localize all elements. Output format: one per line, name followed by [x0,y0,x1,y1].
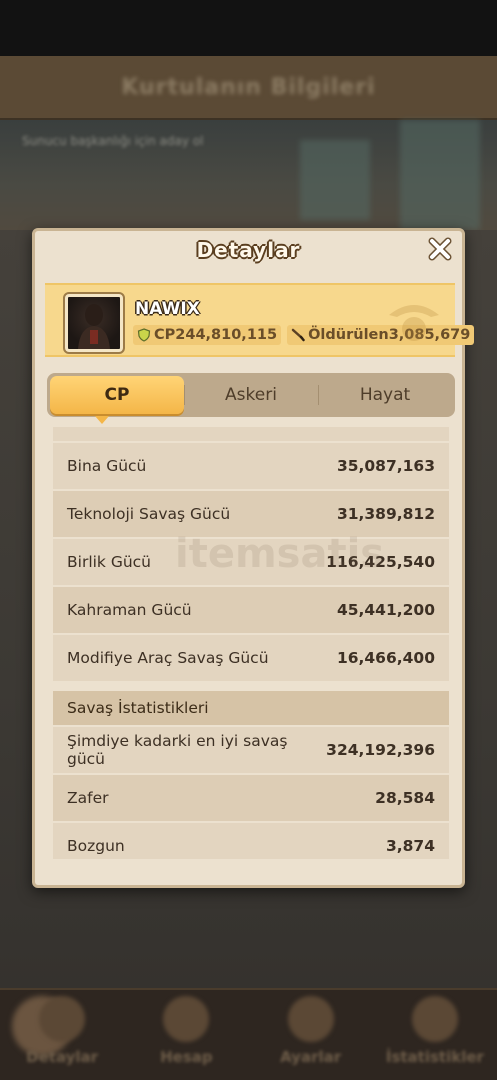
tab-hayat[interactable]: Hayat [318,376,452,414]
cowboy-emblem-icon [389,305,439,341]
modal-titlebar: Detaylar [35,231,462,269]
close-button[interactable] [426,235,454,263]
bg-nav-label: İstatistikler [385,1048,484,1066]
list-item: Bozgun 3,874 [53,823,449,859]
avatar[interactable] [63,292,125,354]
details-icon [39,996,86,1042]
account-icon [163,996,210,1042]
row-value: 35,087,163 [336,457,435,475]
cp-value: CP244,810,115 [154,327,278,343]
list-item: Teknoloji Savaş Gücü 31,389,812 [53,491,449,537]
section-header: Savaş İstatistikleri [53,691,449,725]
settings-icon [287,996,334,1042]
stats-list[interactable]: Bina Gücü 35,087,163 Teknoloji Savaş Güc… [53,427,449,859]
cp-stat: CP244,810,115 [133,325,282,345]
row-label: Bozgun [67,837,125,855]
list-item: Şimdiye kadarki en iyi savaş gücü 324,19… [53,727,449,773]
bg-nav-item-account: Hesap [141,996,231,1066]
row-label: Teknoloji Savaş Gücü [67,505,231,523]
row-value: 3,874 [385,837,435,855]
details-modal: Detaylar NAWIX CP244,810,115 Öldürülen3,… [32,228,475,888]
background-scene-shape [400,120,480,230]
background-scene: Sunucu başkanlığı için aday ol [0,120,497,230]
background-header-title: Kurtulanın Bilgileri [121,74,376,100]
row-value: 16,466,400 [336,649,435,667]
bg-nav-label: Detaylar [26,1048,99,1066]
tab-askeri[interactable]: Askeri [184,376,318,414]
bg-nav-label: Ayarlar [280,1048,342,1066]
row-label: Zafer [67,789,109,807]
background-scene-text: Sunucu başkanlığı için aday ol [22,134,204,148]
stats-icon [411,996,458,1042]
row-value: 324,192,396 [326,741,435,759]
row-value: 45,441,200 [336,601,435,619]
list-item: Zafer 28,584 [53,775,449,821]
player-banner: NAWIX CP244,810,115 Öldürülen3,085,679 [45,283,475,357]
tab-bar: CP Askeri Hayat [47,373,455,417]
list-item: Kahraman Gücü 45,441,200 [53,587,449,633]
shield-icon [137,328,151,342]
row-label: Bina Gücü [67,457,147,475]
tab-cp[interactable]: CP [50,376,184,414]
list-item [53,427,449,441]
modal-title: Detaylar [196,238,301,262]
row-value: 31,389,812 [336,505,435,523]
row-label: Kahraman Gücü [67,601,192,619]
background-header: Kurtulanın Bilgileri [0,56,497,120]
bg-nav-item-settings: Ayarlar [266,996,356,1066]
row-label: Birlik Gücü [67,553,152,571]
background-scene-shape [300,140,370,220]
list-item: Birlik Gücü 116,425,540 [53,539,449,585]
soldier-avatar-icon [78,304,110,349]
bg-nav-label: Hesap [160,1048,213,1066]
status-bar-area [0,0,497,56]
knife-icon [291,328,305,342]
player-name: NAWIX [135,299,200,319]
row-label: Modifiye Araç Savaş Gücü [67,649,269,667]
bg-nav-item-stats: İstatistikler [386,996,484,1066]
background-bottom-nav: Detaylar Hesap Ayarlar İstatistikler [0,988,497,1080]
row-value: 116,425,540 [326,553,435,571]
section-title: Savaş İstatistikleri [67,699,209,717]
list-item: Modifiye Araç Savaş Gücü 16,466,400 [53,635,449,681]
row-value: 28,584 [375,789,435,807]
row-label: Şimdiye kadarki en iyi savaş gücü [67,732,288,768]
list-item: Bina Gücü 35,087,163 [53,443,449,489]
active-tab-pointer [95,416,109,424]
close-icon [428,237,452,261]
